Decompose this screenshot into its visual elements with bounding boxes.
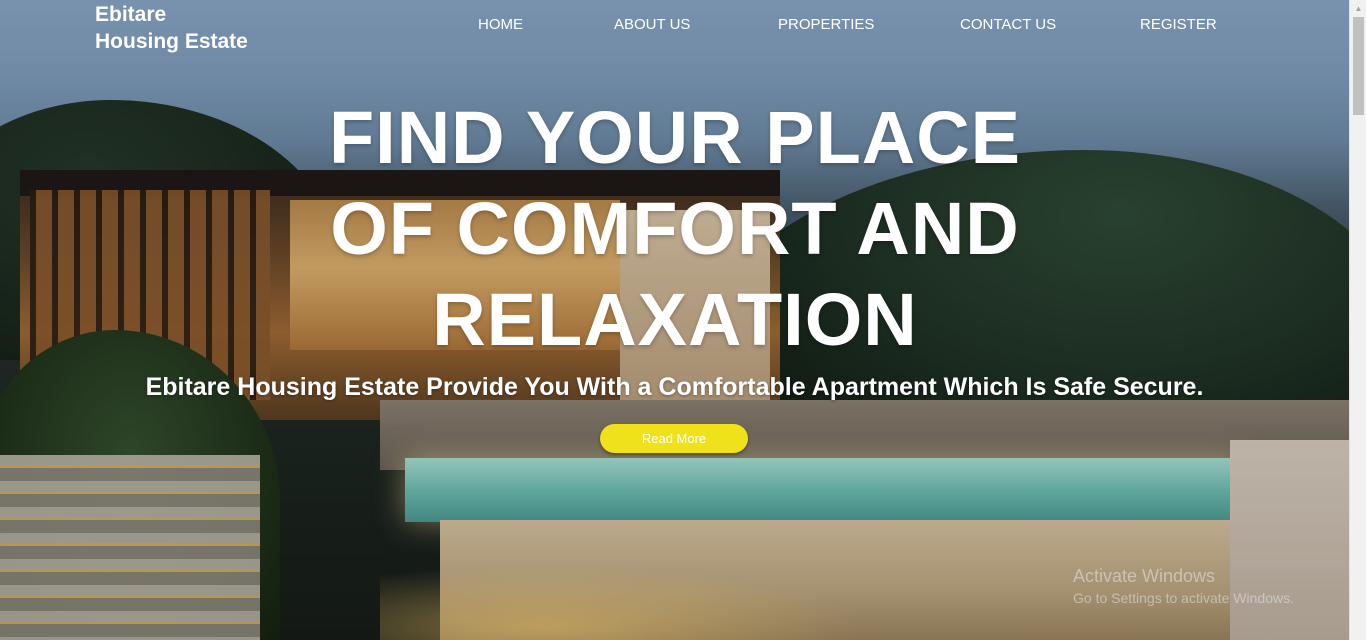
scroll-up-arrow-icon[interactable]: ▲ xyxy=(1350,0,1366,17)
nav-contact-us[interactable]: CONTACT US xyxy=(960,16,1056,33)
main-nav: HOME ABOUT US PROPERTIES CONTACT US REGI… xyxy=(0,16,1349,36)
scrollbar-thumb[interactable] xyxy=(1353,17,1364,115)
nav-properties[interactable]: PROPERTIES xyxy=(778,16,874,33)
headline-line-3: RELAXATION xyxy=(432,278,918,361)
headline-line-1: FIND YOUR PLACE xyxy=(328,96,1022,179)
activate-windows-watermark: Activate Windows Go to Settings to activ… xyxy=(1073,566,1294,607)
nav-about-us[interactable]: ABOUT US xyxy=(614,16,690,33)
nav-register[interactable]: REGISTER xyxy=(1140,16,1217,33)
hero-headline: FIND YOUR PLACE OF COMFORT AND RELAXATIO… xyxy=(300,92,1050,365)
vertical-scrollbar[interactable]: ▲ xyxy=(1349,0,1366,640)
watermark-title: Activate Windows xyxy=(1073,566,1216,586)
watermark-subtitle: Go to Settings to activate Windows. xyxy=(1073,590,1294,606)
headline-line-2: OF COMFORT AND xyxy=(330,187,1020,270)
nav-home[interactable]: HOME xyxy=(478,16,523,33)
read-more-button[interactable]: Read More xyxy=(600,424,748,453)
hero-tagline: Ebitare Housing Estate Provide You With … xyxy=(145,373,1204,401)
